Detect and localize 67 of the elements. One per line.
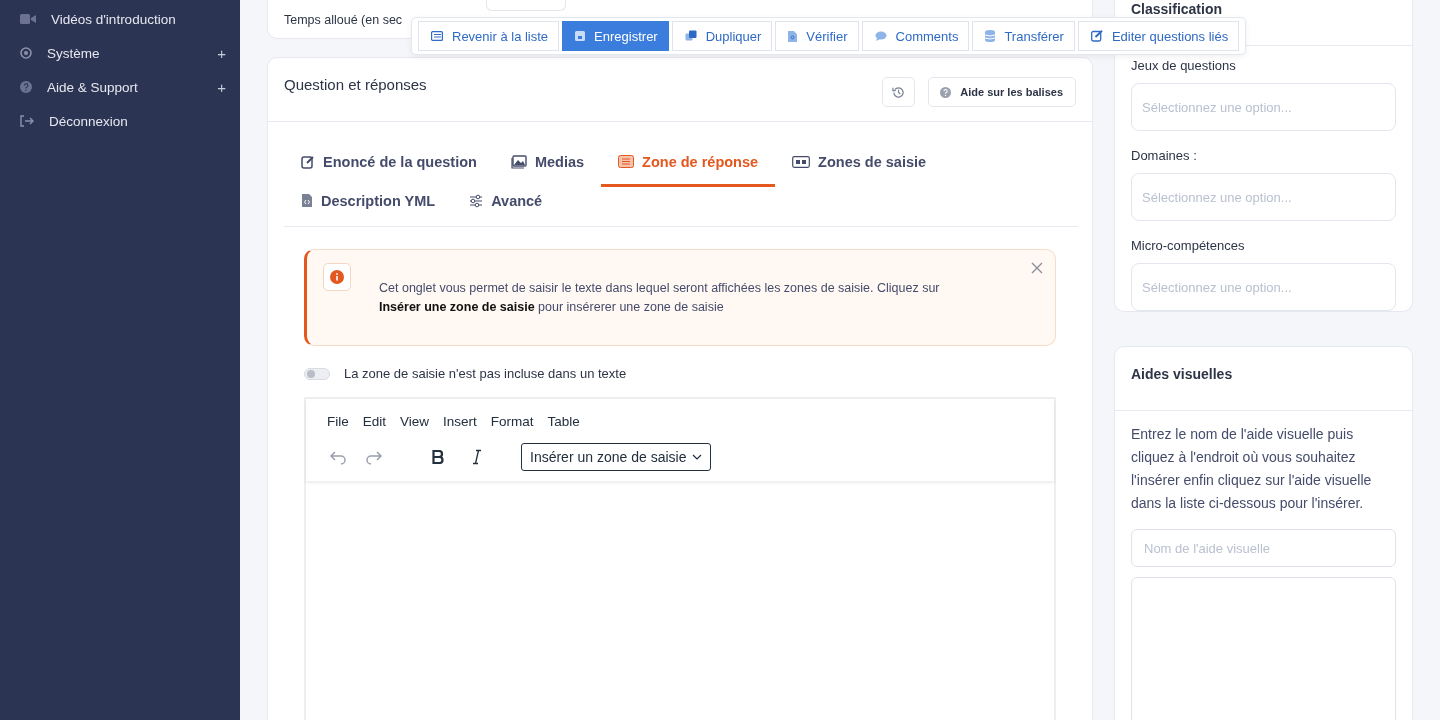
action-button[interactable]: Transférer xyxy=(972,21,1075,51)
text-field-icon xyxy=(792,155,811,168)
alert-message: Cet onglet vous permet de saisir le texte dans lequel seront affichées les zones de saisie. Cliquez sur Insérer une zone de saisie pour insérerer une zone de saisie xyxy=(379,280,941,316)
edit-icon xyxy=(301,154,315,169)
menu-item[interactable]: Edit xyxy=(355,409,394,434)
toggle-label: La zone de saisie n'est pas incluse dans un texte xyxy=(344,366,627,381)
action-button[interactable]: Enregistrer xyxy=(562,21,669,51)
database-icon xyxy=(985,30,996,42)
menu-item[interactable]: File xyxy=(320,409,356,434)
menu-item[interactable]: Insert xyxy=(436,409,484,434)
history-icon xyxy=(892,85,906,99)
redo-icon[interactable] xyxy=(365,449,383,465)
tab[interactable]: Zone de réponse xyxy=(601,136,776,187)
sliders-icon xyxy=(469,193,484,208)
field-label: Micro-compétences xyxy=(1131,238,1246,253)
menu-item[interactable]: View xyxy=(393,409,437,434)
help-button[interactable]: Aide sur les balises xyxy=(928,77,1076,107)
sidebar-item[interactable]: Vidéos d'introduction xyxy=(0,2,240,36)
chevron-down-icon xyxy=(692,454,703,460)
action-button[interactable]: Dupliquer xyxy=(671,21,773,51)
help-icon xyxy=(940,86,952,98)
file-icon xyxy=(788,30,798,42)
expand-toggle[interactable]: + xyxy=(217,44,226,62)
expand-toggle[interactable]: + xyxy=(217,78,226,96)
video-camera-icon xyxy=(20,13,36,25)
input-field[interactable]: Nom de l'aide visuelle xyxy=(1131,529,1396,567)
undo-icon[interactable] xyxy=(329,449,347,465)
format-dropdown[interactable]: Insérer un zone de saisie xyxy=(521,443,712,471)
tab[interactable]: Description YML xyxy=(284,187,453,226)
toggle-switch[interactable] xyxy=(304,367,330,380)
help-icon xyxy=(20,81,32,93)
code-file-icon xyxy=(301,193,313,208)
logout-icon xyxy=(20,115,34,127)
list-icon xyxy=(618,155,635,168)
tab[interactable]: Medias xyxy=(493,136,602,187)
tab[interactable]: Enoncé de la question xyxy=(284,136,494,187)
card-title: Classification xyxy=(1131,2,1223,17)
action-button[interactable]: Comments xyxy=(861,21,970,51)
list-icon xyxy=(431,31,443,41)
italic-icon[interactable] xyxy=(472,449,482,465)
tab[interactable]: Zones de saisie xyxy=(775,136,944,187)
copy-icon xyxy=(684,30,697,42)
instructions-text: Entrez le nom de l'aide visuelle puis cliquez à l'endroit où vous souhaitez l'insérer enfin cliquez sur l'aide visuelle dans la liste ci-dessous pour l'insérer. xyxy=(1131,425,1373,513)
card-title: Question et réponses xyxy=(284,76,427,93)
info-icon xyxy=(323,263,351,291)
field-label: Domaines : xyxy=(1131,148,1198,163)
save-icon xyxy=(575,31,586,41)
action-button[interactable]: Revenir à la liste xyxy=(418,21,560,51)
sidebar-item[interactable]: Aide & Support + xyxy=(0,70,240,104)
action-button[interactable]: Editer questions liés xyxy=(1077,21,1240,51)
history-button[interactable] xyxy=(882,77,916,107)
close-icon[interactable] xyxy=(1031,262,1043,274)
card-title: Aides visuelles xyxy=(1131,367,1233,382)
bold-icon[interactable] xyxy=(432,450,444,464)
action-button[interactable]: Vérifier xyxy=(775,21,859,51)
sidebar-item[interactable]: Système + xyxy=(0,36,240,70)
tab[interactable]: Avancé xyxy=(452,187,560,226)
sidebar-item[interactable]: Déconnexion xyxy=(0,104,240,138)
field-label: Jeux de questions xyxy=(1131,58,1237,73)
comment-icon xyxy=(874,31,887,41)
target-icon xyxy=(20,47,32,59)
input-field[interactable] xyxy=(486,0,566,11)
menu-item[interactable]: Table xyxy=(540,409,587,434)
field-label: Temps alloué (en sec xyxy=(284,13,403,27)
edit-icon xyxy=(1090,30,1103,42)
menu-item[interactable]: Format xyxy=(483,409,541,434)
image-icon xyxy=(510,154,527,169)
